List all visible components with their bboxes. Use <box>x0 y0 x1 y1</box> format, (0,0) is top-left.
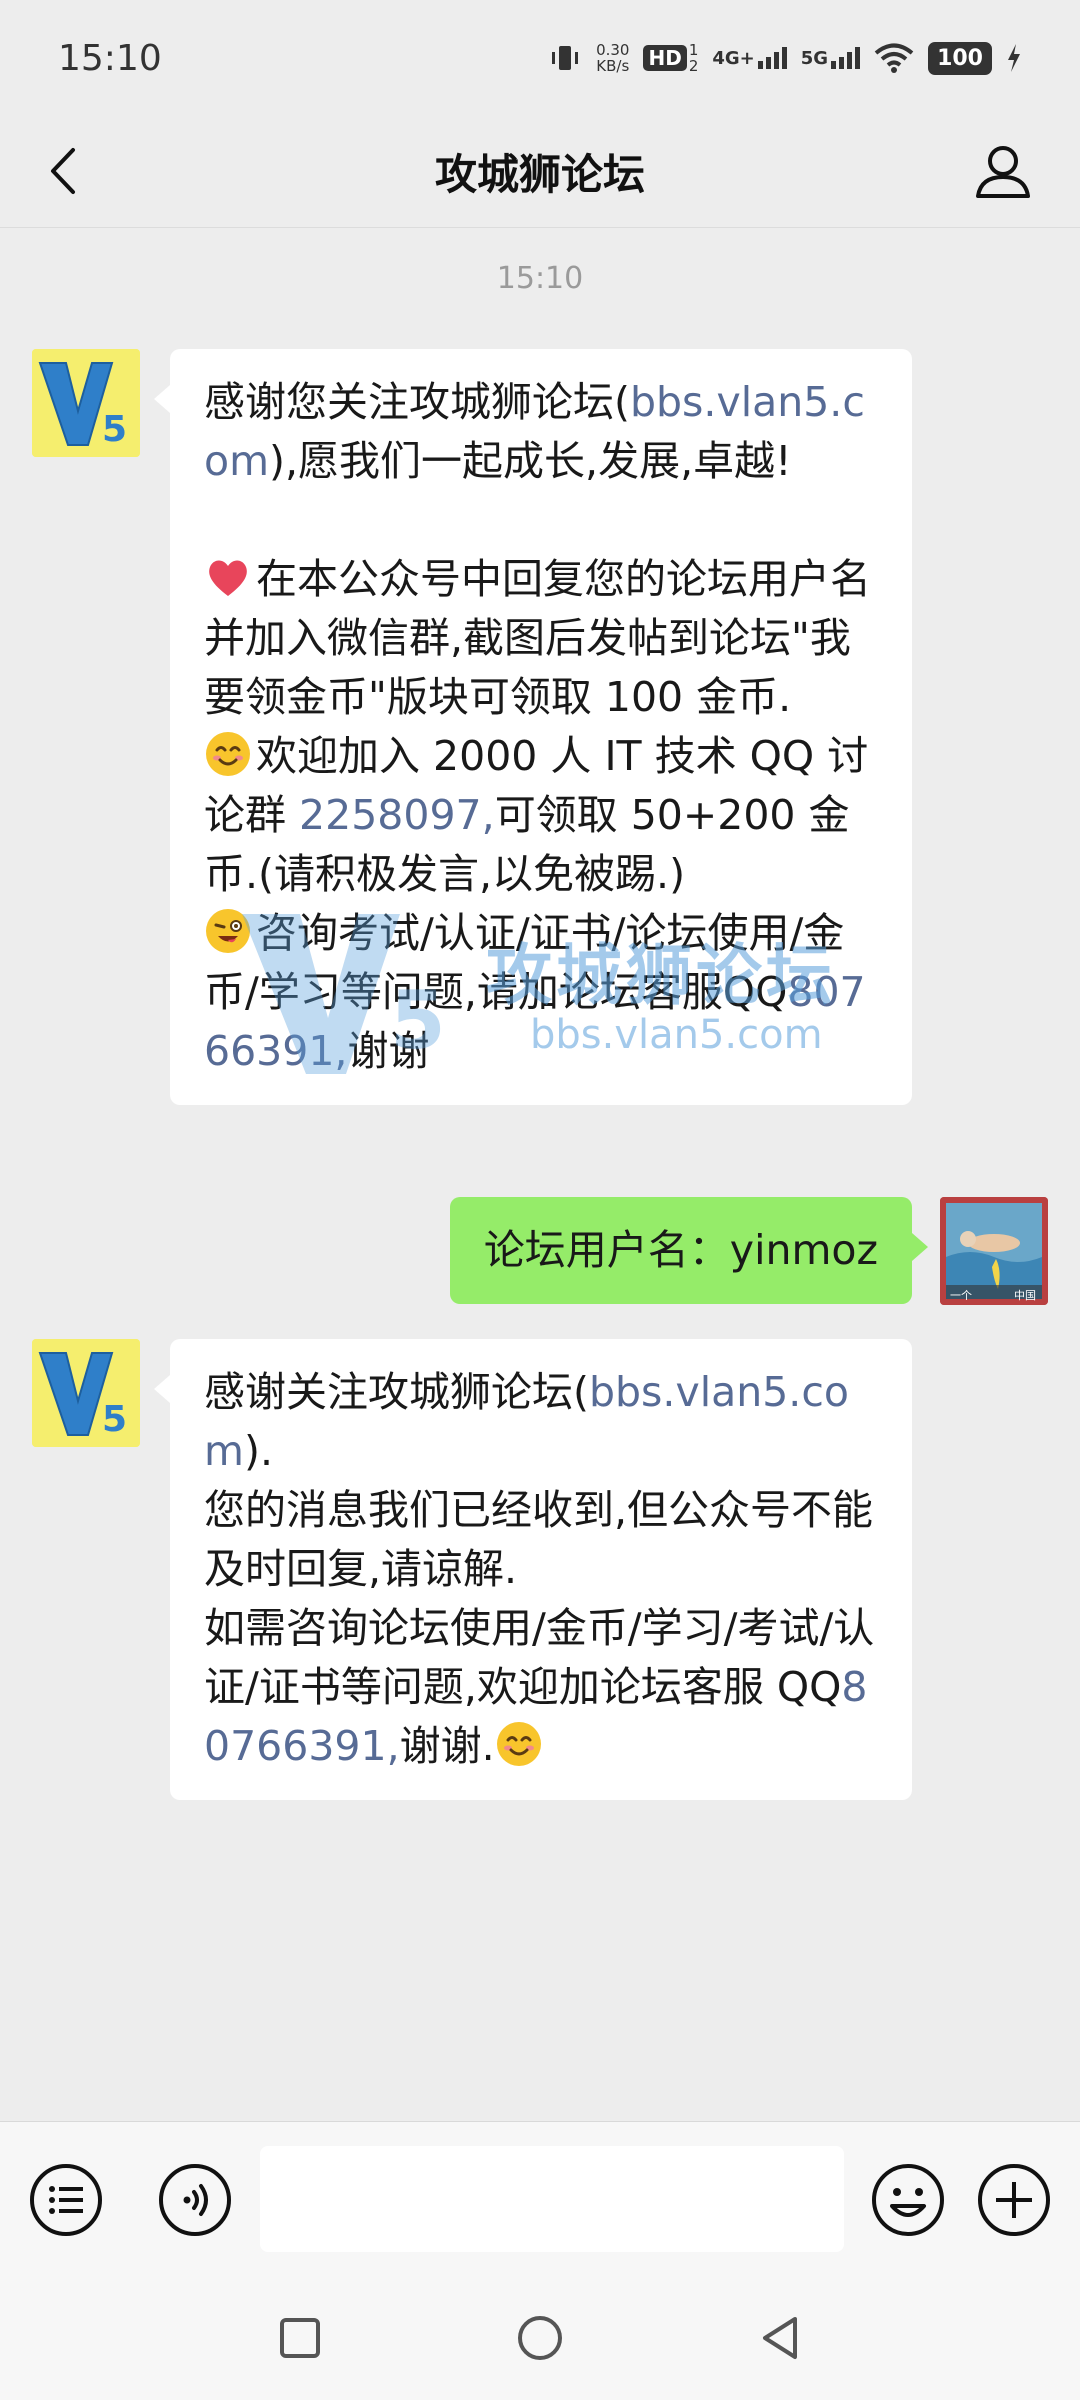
back-nav-button[interactable] <box>750 2308 810 2368</box>
v5-logo-icon: 5 <box>32 349 140 457</box>
message-text: 谢谢 <box>347 1027 430 1075</box>
network-label-2: 5G <box>800 47 829 69</box>
chat-area[interactable]: 15:10 5 感谢您关注攻城狮论坛(bbs.vlan5.com),愿我们一起成… <box>0 229 1080 2121</box>
wifi-icon <box>874 42 914 74</box>
bot-avatar[interactable]: 5 <box>32 349 140 457</box>
heart-icon <box>209 560 247 596</box>
message-text: 感谢关注攻城狮论坛( <box>204 1368 589 1416</box>
list-menu-icon <box>30 2164 102 2236</box>
net-speed: 0.30 KB/s <box>596 42 629 74</box>
message-text: ),愿我们一起成长,发展,卓越! <box>269 437 792 485</box>
smile-emoji-icon <box>496 1722 541 1766</box>
hd-sim-2: 2 <box>688 57 699 75</box>
signal-4g: 4G+ <box>712 47 787 69</box>
signal-bars-icon <box>831 47 861 69</box>
plus-button[interactable] <box>976 2162 1052 2238</box>
avatar-caption-left: 一个 <box>950 1289 972 1302</box>
system-nav-bar <box>0 2278 1080 2400</box>
back-button[interactable] <box>30 138 96 204</box>
voice-icon <box>159 2164 231 2236</box>
signal-5g: 5G <box>800 47 861 69</box>
home-button[interactable] <box>510 2308 570 2368</box>
message-text: 在本公众号中回复您的论坛用户名并加入微信群,截图后发帖到论坛"我要领金币"版块可… <box>204 555 871 721</box>
charging-icon <box>1006 44 1022 72</box>
triangle-back-icon <box>763 2317 797 2359</box>
bot-avatar[interactable]: 5 <box>32 1339 140 1447</box>
person-icon <box>976 146 1030 198</box>
message-bubble-me[interactable]: 论坛用户名：yinmoz <box>449 1197 929 1304</box>
smile-emoji-icon <box>206 732 250 776</box>
signal-bars-icon <box>757 47 787 69</box>
network-label-1: 4G+ <box>712 47 755 69</box>
vibrate-icon <box>548 41 582 75</box>
svg-text:5: 5 <box>102 1399 127 1440</box>
v5-logo-icon: 5 <box>32 1339 140 1447</box>
message-link[interactable]: 2258097, <box>299 791 495 839</box>
menu-button[interactable] <box>28 2162 104 2238</box>
status-bar: 15:10 0.30 KB/s HD 12 4G+ 5G 100 <box>0 0 1080 116</box>
net-speed-unit: KB/s <box>596 57 630 75</box>
chevron-left-icon <box>51 148 75 194</box>
profile-button[interactable] <box>968 136 1038 206</box>
nav-bar: 攻城狮论坛 <box>0 116 1080 228</box>
message-timestamp: 15:10 <box>496 261 584 296</box>
status-icons: 0.30 KB/s HD 12 4G+ 5G 100 <box>548 41 1022 75</box>
message-text: ). 您的消息我们已经收到,但公众号不能及时回复,请谅解. 如需咨询论坛使用/金… <box>204 1427 875 1711</box>
wink-face-icon <box>206 909 250 953</box>
circle-icon <box>518 2316 562 2360</box>
plus-circle-icon <box>978 2164 1050 2236</box>
message-bubble-bot-2[interactable]: 感谢关注攻城狮论坛(bbs.vlan5.com). 您的消息我们已经收到,但公众… <box>154 1339 912 1800</box>
message-bubble-bot-1[interactable]: 感谢您关注攻城狮论坛(bbs.vlan5.com),愿我们一起成长,发展,卓越!… <box>154 349 912 1105</box>
message-text: 谢谢. <box>399 1722 495 1770</box>
message-input[interactable] <box>260 2146 844 2252</box>
smile-face-icon <box>872 2164 944 2236</box>
hd-indicator: HD 12 <box>643 42 698 74</box>
message-text: 感谢您关注攻城狮论坛( <box>204 378 630 426</box>
page-title: 攻城狮论坛 <box>434 150 645 199</box>
my-avatar[interactable]: 一个 中国 <box>940 1197 1048 1305</box>
status-time: 15:10 <box>58 37 162 79</box>
hd-label: HD <box>643 45 687 71</box>
battery-icon: 100 <box>928 41 992 75</box>
message-text: 论坛用户名：yinmoz <box>483 1226 878 1274</box>
square-icon <box>280 2318 320 2358</box>
voice-button[interactable] <box>157 2162 233 2238</box>
svg-text:5: 5 <box>102 409 127 450</box>
message-text: 咨询考试/认证/证书/论坛使用/金币/学习等问题,请加论坛客服QQ <box>204 909 845 1016</box>
avatar-caption-right: 中国 <box>1014 1289 1036 1302</box>
recent-apps-button[interactable] <box>270 2308 330 2368</box>
input-bar <box>0 2121 1080 2278</box>
emoji-button[interactable] <box>870 2162 946 2238</box>
